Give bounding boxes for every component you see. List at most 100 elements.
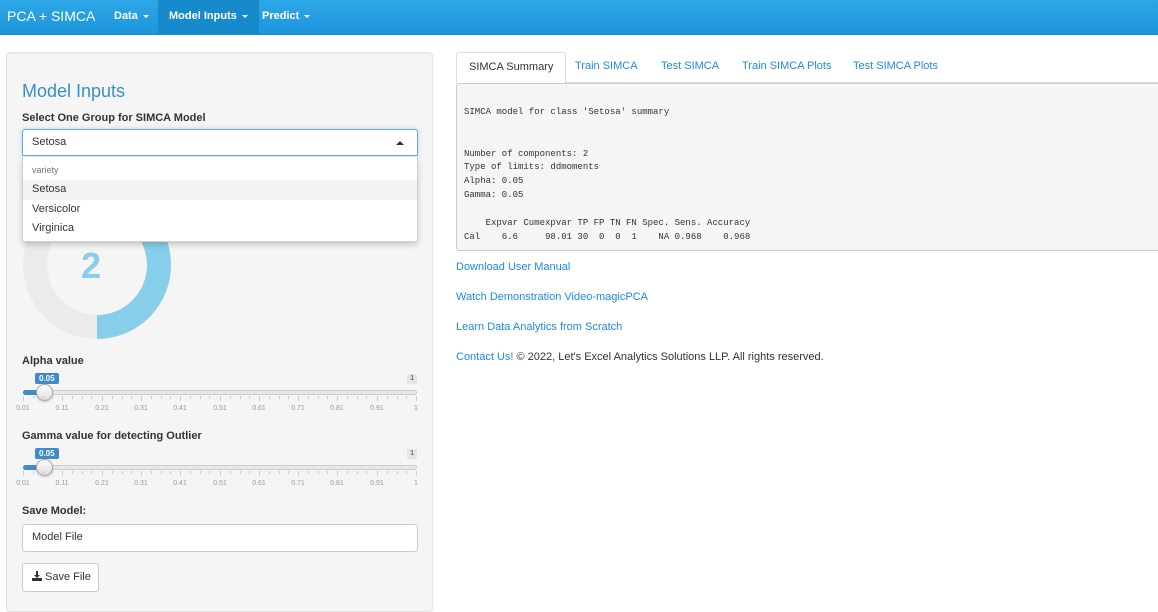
slider-minor-tick (366, 471, 367, 474)
slider-tick-label: 1 (414, 405, 418, 412)
slider-tick (180, 396, 181, 401)
nav-menu-model-inputs-label: Model Inputs (169, 10, 237, 22)
slider-minor-tick (387, 471, 388, 474)
footer: Contact Us! © 2022, Let's Excel Analytic… (456, 351, 824, 363)
slider-track[interactable] (23, 390, 417, 395)
model-file-value: Model File (32, 531, 83, 543)
slider-minor-tick (190, 396, 191, 399)
slider-minor-tick (52, 471, 53, 474)
slider-minor-tick (318, 396, 319, 399)
slider-minor-tick (327, 396, 328, 399)
chevron-up-icon (396, 141, 404, 145)
nav-menu-model-inputs[interactable]: Model Inputs (158, 0, 259, 35)
app-brand[interactable]: PCA + SIMCA (7, 8, 95, 24)
slider-max-badge: 1 (407, 374, 417, 384)
slider-minor-tick (33, 396, 34, 399)
slider-tick-label: 0.61 (252, 405, 266, 412)
slider-minor-tick (279, 471, 280, 474)
slider-tick-label: 0.31 (134, 405, 148, 412)
nav-menu-data-label: Data (114, 10, 138, 22)
slider-tick (102, 471, 103, 476)
slider-tick (220, 471, 221, 476)
slider-tick-label: 0.11 (55, 405, 69, 412)
slider-minor-tick (288, 471, 289, 474)
slider-tick-label: 0.51 (213, 405, 227, 412)
summary-line: Cal 6.6 98.01 30 0 0 1 NA 0.968 0.968 (464, 232, 751, 242)
model-file-input[interactable]: Model File (22, 524, 418, 552)
slider-tick (416, 396, 417, 401)
save-file-button-label: Save File (45, 571, 91, 583)
tab-bar: SIMCA Summary Train SIMCA Test SIMCA Tra… (456, 52, 1158, 84)
tab-train-simca[interactable]: Train SIMCA (563, 52, 650, 83)
slider-tick (141, 471, 142, 476)
nav-menu-predict[interactable]: Predict (251, 0, 321, 35)
slider-minor-tick (249, 471, 250, 474)
slider-tick-label: 0.51 (213, 480, 227, 487)
group-select-dropdown: variety Setosa Versicolor Virginica (22, 157, 418, 242)
slider-tick (102, 396, 103, 401)
slider-minor-tick (43, 471, 44, 474)
slider-minor-tick (327, 471, 328, 474)
slider-minor-tick (151, 396, 152, 399)
slider-tick (141, 396, 142, 401)
group-select[interactable]: Setosa (22, 129, 418, 156)
slider-minor-tick (161, 471, 162, 474)
slider-tick (337, 396, 338, 401)
slider-tick (23, 471, 24, 476)
slider-max-badge: 1 (407, 449, 417, 459)
slider-minor-tick (406, 471, 407, 474)
components-value: 2 (81, 245, 102, 286)
summary-line: Type of limits: ddmoments (464, 162, 600, 172)
dropdown-option-setosa[interactable]: Setosa (23, 180, 417, 200)
slider-value-badge: 0.05 (35, 373, 59, 384)
slider-tick (259, 396, 260, 401)
slider-minor-tick (406, 396, 407, 399)
slider-minor-tick (308, 396, 309, 399)
alpha-slider[interactable]: 0.05 1 0.01 0.11 0.21 0.31 0.41 0.51 0.61 0.71 0… (16, 373, 418, 418)
slider-minor-tick (347, 396, 348, 399)
slider-tick-label: 1 (414, 480, 418, 487)
slider-minor-tick (279, 396, 280, 399)
slider-minor-tick (72, 471, 73, 474)
slider-tick (337, 471, 338, 476)
demo-video-link[interactable]: Watch Demonstration Video-magicPCA (456, 291, 648, 303)
slider-track[interactable] (23, 465, 417, 470)
slider-tick (62, 396, 63, 401)
group-select-value: Setosa (32, 136, 67, 148)
nav-menu-data[interactable]: Data (103, 0, 160, 35)
slider-minor-tick (82, 396, 83, 399)
save-file-button[interactable]: Save File (22, 563, 99, 592)
slider-minor-tick (397, 471, 398, 474)
slider-tick-label: 0.91 (370, 405, 384, 412)
slider-tick-label: 0.71 (291, 480, 305, 487)
chevron-down-icon (241, 14, 248, 18)
slider-tick-label: 0.71 (291, 405, 305, 412)
slider-tick-label: 0.81 (330, 480, 344, 487)
dropdown-option-versicolor[interactable]: Versicolor (23, 200, 417, 220)
slider-tick-label: 0.21 (95, 480, 109, 487)
slider-minor-tick (91, 471, 92, 474)
slider-minor-tick (387, 396, 388, 399)
dropdown-option-virginica[interactable]: Virginica (23, 219, 417, 239)
slider-tick-label: 0.61 (252, 480, 266, 487)
tab-test-simca[interactable]: Test SIMCA (649, 52, 731, 83)
slider-minor-tick (151, 471, 152, 474)
slider-minor-tick (357, 396, 358, 399)
slider-minor-tick (112, 396, 113, 399)
save-model-label: Save Model: (22, 505, 87, 517)
slider-minor-tick (91, 396, 92, 399)
panel-title: Model Inputs (22, 81, 126, 101)
tab-simca-summary[interactable]: SIMCA Summary (456, 52, 567, 84)
slider-minor-tick (249, 396, 250, 399)
tab-test-simca-plots[interactable]: Test SIMCA Plots (841, 52, 950, 83)
contact-us-link[interactable]: Contact Us! (456, 351, 513, 363)
download-manual-link[interactable]: Download User Manual (456, 261, 570, 273)
gamma-slider[interactable]: 0.05 1 0.01 0.11 0.21 0.31 0.41 0.51 0.61 0.71 0… (16, 448, 418, 493)
slider-minor-tick (131, 396, 132, 399)
gamma-label: Gamma value for detecting Outlier (22, 430, 202, 442)
tab-train-simca-plots[interactable]: Train SIMCA Plots (730, 52, 843, 83)
slider-minor-tick (112, 471, 113, 474)
slider-tick-label: 0.01 (16, 405, 30, 412)
learn-analytics-link[interactable]: Learn Data Analytics from Scratch (456, 321, 622, 333)
slider-minor-tick (82, 471, 83, 474)
